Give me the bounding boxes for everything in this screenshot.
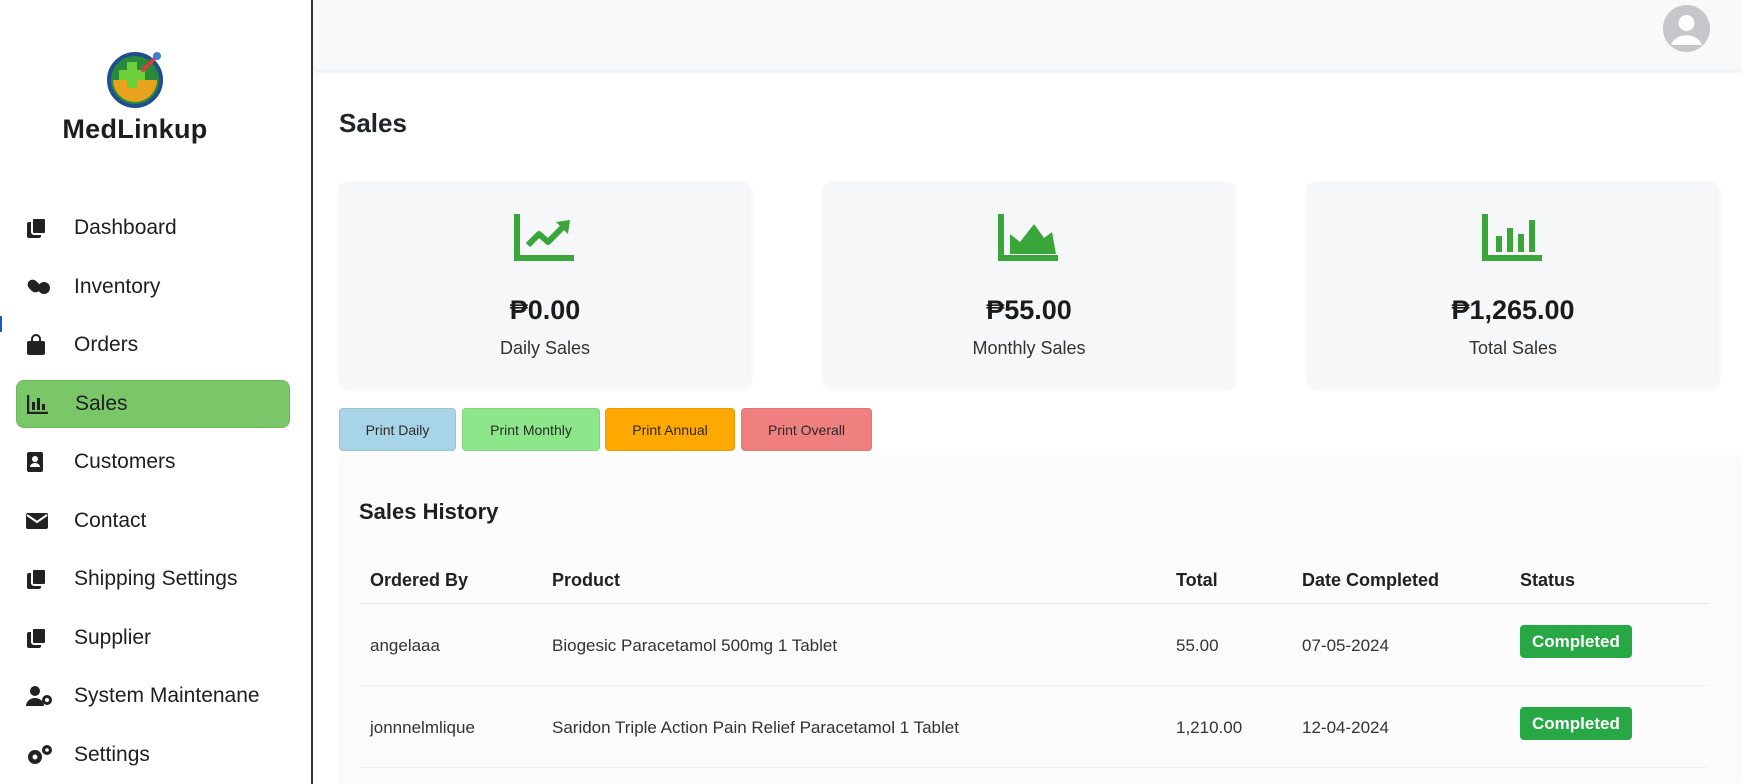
- status-badge: Completed: [1520, 707, 1632, 740]
- sidebar-item-label: Supplier: [74, 625, 152, 649]
- cell-date-completed: 07-05-2024: [1302, 636, 1389, 655]
- app: MedLinkup Dashboard Inventory Orders Sal…: [0, 0, 1742, 784]
- card-value: ₱1,265.00: [1451, 295, 1575, 325]
- sidebar-item-shipping-settings[interactable]: Shipping Settings: [16, 555, 290, 603]
- sidebar-item-label: Dashboard: [74, 216, 177, 239]
- status-badge: Completed: [1520, 625, 1632, 658]
- copy-icon: [26, 216, 56, 240]
- cell-total: 1,210.00: [1176, 718, 1243, 737]
- copy-icon: [26, 567, 56, 591]
- sidebar-item-dashboard[interactable]: Dashboard: [16, 204, 290, 252]
- print-monthly-button[interactable]: Print Monthly: [462, 408, 600, 451]
- sidebar-item-label: Contact: [74, 508, 147, 532]
- cell-total: 55.00: [1176, 636, 1219, 655]
- sidebar-item-sales[interactable]: Sales: [16, 379, 290, 428]
- user-avatar-icon[interactable]: [1663, 5, 1710, 52]
- sales-history-title: Sales History: [359, 499, 499, 524]
- table-header: Ordered By Product Total Date Completed …: [359, 545, 1709, 604]
- sales-history-table: Ordered By Product Total Date Completed …: [359, 545, 1709, 768]
- card-label: Total Sales: [1468, 338, 1558, 358]
- sidebar-item-customers[interactable]: Customers: [16, 438, 290, 486]
- cell-product: Saridon Triple Action Pain Relief Parace…: [552, 718, 959, 737]
- sales-history-panel: Sales History Ordered By Product Total D…: [337, 455, 1742, 784]
- column-header-date-completed[interactable]: Date Completed: [1302, 570, 1439, 591]
- sidebar-item-label: Customers: [74, 450, 176, 473]
- sidebar-nav: Dashboard Inventory Orders Sales Custome…: [16, 204, 290, 784]
- logo-icon: [105, 48, 165, 108]
- area-chart-icon: [998, 212, 1060, 262]
- column-header-status[interactable]: Status: [1520, 570, 1575, 591]
- sidebar-item-label: Orders: [74, 333, 139, 356]
- pills-icon: [26, 275, 56, 299]
- card-value: ₱55.00: [986, 295, 1072, 325]
- print-annual-button[interactable]: Print Annual: [605, 408, 735, 451]
- cell-date-completed: 12-04-2024: [1302, 718, 1389, 737]
- table-row[interactable]: jonnnelmlique Saridon Triple Action Pain…: [359, 686, 1709, 768]
- table-row[interactable]: angelaaa Biogesic Paracetamol 500mg 1 Ta…: [359, 604, 1709, 686]
- sidebar-item-orders[interactable]: Orders: [16, 321, 290, 369]
- print-overall-button[interactable]: Print Overall: [741, 408, 872, 451]
- shopping-bag-icon: [26, 333, 56, 357]
- sidebar-item-label: Settings: [74, 742, 150, 766]
- sidebar-item-label: System Maintenane: [74, 684, 260, 707]
- sidebar-item-label: Inventory: [74, 274, 161, 298]
- column-header-total[interactable]: Total: [1176, 570, 1218, 591]
- address-book-icon: [26, 450, 56, 474]
- user-gear-icon: [26, 684, 56, 708]
- print-daily-button[interactable]: Print Daily: [339, 408, 456, 451]
- main-content: Sales ₱0.00 Daily Sales ₱55.00 Monthly S…: [315, 70, 1742, 784]
- sidebar-item-label: Shipping Settings: [74, 567, 238, 590]
- daily-sales-card: ₱0.00 Daily Sales: [339, 182, 751, 388]
- cell-product: Biogesic Paracetamol 500mg 1 Tablet: [552, 636, 838, 655]
- sidebar-item-inventory[interactable]: Inventory: [16, 263, 290, 311]
- cell-ordered-by: angelaaa: [370, 636, 440, 655]
- sidebar: MedLinkup Dashboard Inventory Orders Sal…: [0, 0, 313, 784]
- line-trend-icon: [514, 212, 576, 262]
- envelope-icon: [26, 509, 56, 533]
- card-value: ₱0.00: [509, 295, 581, 325]
- bar-chart-icon: [27, 392, 57, 416]
- monthly-sales-card: ₱55.00 Monthly Sales: [823, 182, 1235, 388]
- column-chart-icon: [1482, 212, 1544, 262]
- sidebar-item-settings[interactable]: Settings: [16, 731, 290, 779]
- copy-icon: [26, 626, 56, 650]
- sidebar-edge-indicator: [0, 316, 2, 332]
- column-header-product[interactable]: Product: [552, 570, 620, 591]
- column-header-ordered-by[interactable]: Ordered By: [370, 570, 468, 591]
- top-bar: [315, 0, 1742, 70]
- brand-name: MedLinkup: [62, 114, 208, 144]
- page-title: Sales: [339, 108, 407, 138]
- sidebar-item-supplier[interactable]: Supplier: [16, 614, 290, 662]
- brand[interactable]: MedLinkup: [0, 48, 270, 145]
- sidebar-item-label: Sales: [75, 391, 128, 415]
- total-sales-card: ₱1,265.00 Total Sales: [1307, 182, 1719, 388]
- gears-icon: [26, 743, 56, 767]
- card-label: Monthly Sales: [972, 338, 1086, 358]
- sidebar-item-system-maintenance[interactable]: System Maintenane: [16, 672, 290, 720]
- cell-ordered-by: jonnnelmlique: [370, 718, 475, 737]
- sidebar-item-contact[interactable]: Contact: [16, 497, 290, 545]
- card-label: Daily Sales: [499, 338, 591, 358]
